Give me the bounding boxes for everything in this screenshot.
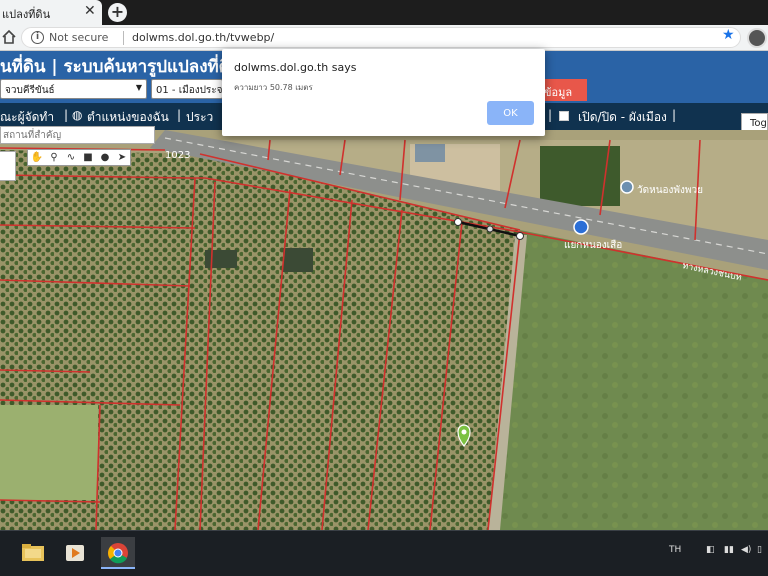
clear-tool-icon[interactable]: ➤ (115, 151, 129, 165)
nav-item-history[interactable]: ประว (186, 108, 213, 127)
district-select[interactable]: 01 - เมืองประจ (151, 79, 223, 99)
taskbar: TH ◧ ▮▮ ◀) ▯ (0, 530, 768, 576)
pan-tool-icon[interactable]: ✋ (30, 151, 44, 165)
road-number-label: 1023 (165, 150, 190, 161)
tab-close-icon[interactable]: ✕ (84, 3, 96, 19)
city-plan-checkbox[interactable] (559, 111, 569, 121)
chrome-icon[interactable] (101, 537, 135, 569)
nav-item-my-location[interactable]: ตำแหน่งของฉัน (87, 108, 169, 127)
light-field (0, 405, 98, 500)
search-button[interactable]: ข้อมูล (538, 79, 587, 101)
network-icon[interactable]: ▮▮ (724, 545, 734, 555)
ok-button[interactable]: OK (487, 101, 534, 125)
profile-avatar[interactable] (747, 28, 767, 48)
chevron-down-icon: ▼ (135, 83, 142, 92)
info-icon[interactable]: i (31, 31, 44, 44)
map-canvas[interactable]: 1023 วัดหนองพังพวย แยกหนองเสือ ทางหลวงชน… (0, 130, 768, 530)
omnibox[interactable]: i Not secure dolwms.dol.go.th/tvwebp/ (21, 27, 741, 48)
nav-separator: | (672, 108, 677, 122)
volume-icon[interactable]: ◀) (741, 545, 751, 555)
globe-icon: ◍ (72, 108, 83, 122)
place-search-input[interactable] (0, 126, 155, 144)
province-select-value: จวบคีรีขันธ์ (5, 85, 55, 96)
nav-separator: | (177, 108, 182, 122)
area-tool-icon[interactable]: ■ (81, 151, 95, 165)
pond (205, 250, 237, 268)
circle-tool-icon[interactable]: ● (98, 151, 112, 165)
building-roof (415, 144, 445, 162)
dialog-message: ความยาว 50.78 เมตร (234, 83, 313, 92)
district-select-value: 01 - เมืองประจ (156, 85, 223, 96)
nav-item-city-plan[interactable]: เปิด/ปิด - ผังเมือง (578, 108, 667, 127)
media-player-icon[interactable] (58, 537, 92, 569)
security-tray-icon[interactable]: ◧ (706, 545, 715, 555)
point-tool-icon[interactable]: ⚲ (47, 151, 61, 165)
battery-icon[interactable]: ▯ (757, 545, 762, 555)
bookmark-star-icon[interactable]: ★ (722, 27, 735, 43)
language-indicator[interactable]: TH (669, 545, 681, 555)
file-explorer-icon[interactable] (16, 537, 50, 569)
browser-tab-strip: แปลงที่ดิน ✕ + (0, 0, 768, 25)
nav-separator: | (548, 108, 553, 122)
poi-temple-label: วัดหนองพังพวย (637, 185, 703, 196)
url-text[interactable]: dolwms.dol.go.th/tvwebp/ (132, 31, 274, 44)
map-toolbar: ✋ ⚲ ∿ ■ ● ➤ (27, 149, 131, 166)
divider (123, 31, 124, 45)
address-bar: i Not secure dolwms.dol.go.th/tvwebp/ ★ (0, 25, 768, 51)
new-tab-button[interactable]: + (108, 3, 127, 22)
measure-end-handle[interactable] (516, 232, 524, 240)
pond (283, 248, 313, 272)
tab-title: แปลงที่ดิน (2, 8, 51, 21)
alert-dialog: dolwms.dol.go.th says ความยาว 50.78 เมตร… (222, 49, 545, 136)
home-icon[interactable] (1, 29, 17, 45)
page-title: นที่ดิน | ระบบค้นหารูปแปลงที่ดิน (0, 57, 242, 77)
measure-mid-handle[interactable] (486, 225, 494, 233)
dialog-title: dolwms.dol.go.th says (234, 61, 357, 74)
line-measure-tool-icon[interactable]: ∿ (64, 151, 78, 165)
browser-tab[interactable]: แปลงที่ดิน ✕ (0, 0, 102, 25)
security-label: Not secure (49, 31, 109, 44)
zoom-control[interactable] (0, 151, 16, 181)
measure-start-handle[interactable] (454, 218, 462, 226)
nav-item-credits[interactable]: ณะผู้จัดทำ (0, 108, 54, 127)
nav-separator: | (64, 108, 69, 122)
satellite-map[interactable]: 1023 วัดหนองพังพวย แยกหนองเสือ ทางหลวงชน… (0, 130, 768, 530)
poi-junction-label: แยกหนองเสือ (564, 239, 622, 251)
province-select[interactable]: จวบคีรีขันธ์ ▼ (0, 79, 147, 99)
